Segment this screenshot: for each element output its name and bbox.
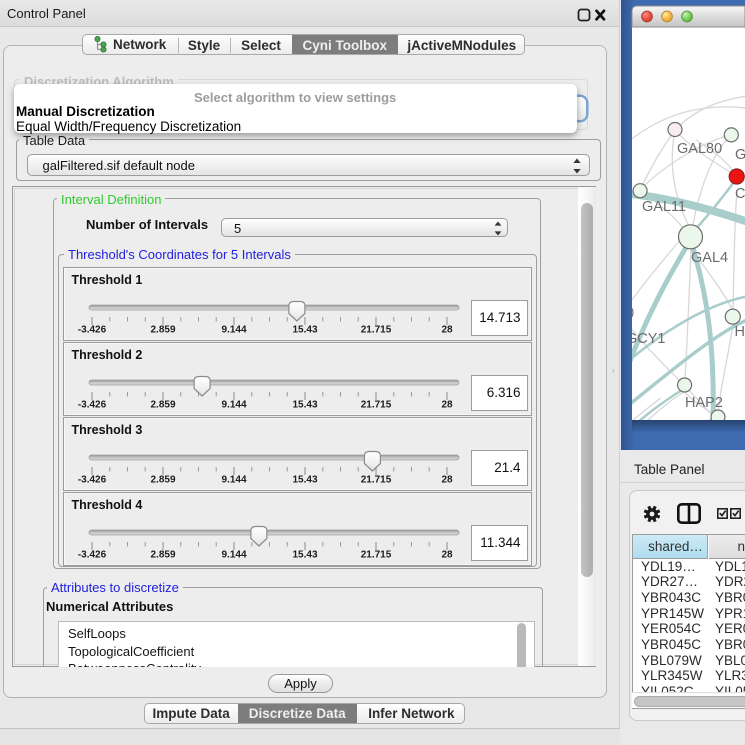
svg-text:21.715: 21.715: [360, 550, 391, 561]
svg-text:-3.426: -3.426: [77, 475, 106, 486]
svg-text:21.715: 21.715: [360, 325, 391, 336]
svg-text:15.43: 15.43: [292, 550, 317, 561]
svg-text:-3.426: -3.426: [77, 325, 106, 336]
svg-text:CY: CY: [735, 186, 745, 202]
svg-text:2.859: 2.859: [150, 400, 175, 411]
svg-text:21.715: 21.715: [360, 475, 391, 486]
svg-text:28: 28: [441, 325, 453, 336]
svg-text:15.43: 15.43: [292, 475, 317, 486]
svg-text:9.144: 9.144: [221, 550, 246, 561]
svg-text:21.715: 21.715: [360, 400, 391, 411]
svg-text:HAP2: HAP2: [685, 395, 723, 411]
svg-text:-3.426: -3.426: [77, 400, 106, 411]
svg-text:28: 28: [441, 475, 453, 486]
svg-text:9.144: 9.144: [221, 400, 246, 411]
svg-text:-3.426: -3.426: [77, 550, 106, 561]
svg-text:H: H: [735, 324, 745, 340]
svg-text:2.859: 2.859: [150, 550, 175, 561]
svg-text:9.144: 9.144: [221, 475, 246, 486]
svg-text:28: 28: [441, 550, 453, 561]
svg-text:9.144: 9.144: [221, 325, 246, 336]
svg-text:2.859: 2.859: [150, 325, 175, 336]
svg-text:GA: GA: [735, 147, 745, 163]
svg-text:GAL11: GAL11: [642, 199, 686, 215]
svg-text:2.859: 2.859: [150, 475, 175, 486]
svg-text:28: 28: [441, 400, 453, 411]
svg-text:GAL80: GAL80: [677, 141, 722, 157]
svg-text:15.43: 15.43: [292, 325, 317, 336]
svg-text:15.43: 15.43: [292, 400, 317, 411]
svg-text:GAL4: GAL4: [691, 250, 728, 266]
